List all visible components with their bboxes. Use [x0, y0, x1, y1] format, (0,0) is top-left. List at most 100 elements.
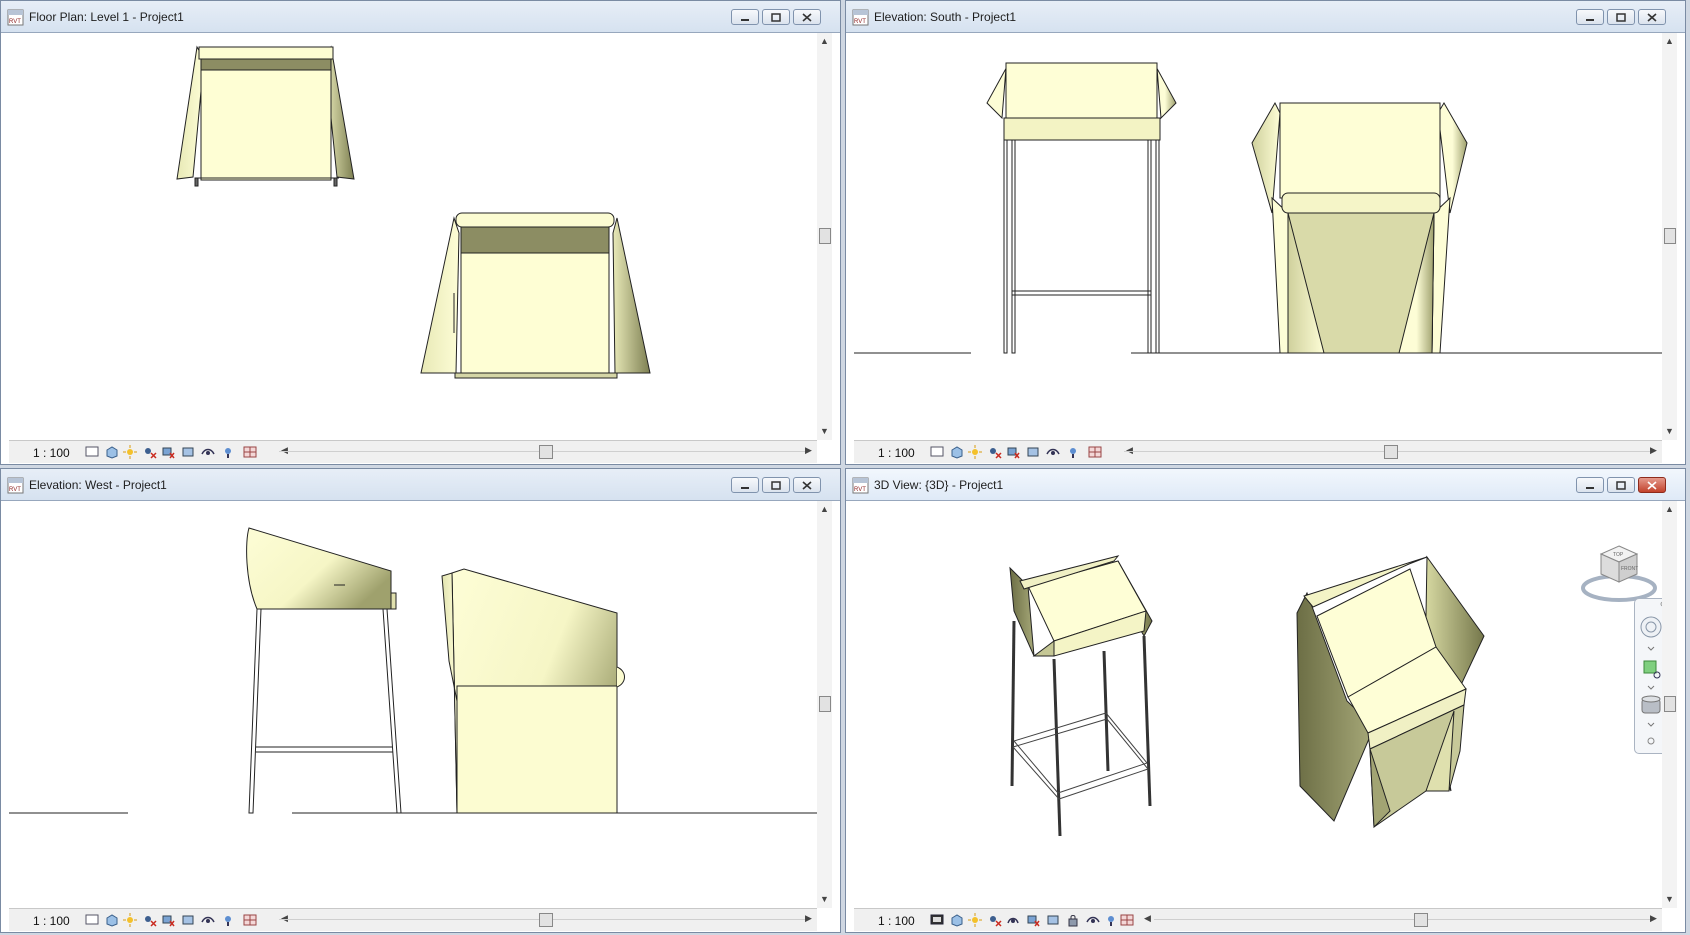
window-title-bar[interactable]: RVT Elevation: West - Project1 [1, 469, 840, 501]
scroll-left-icon[interactable]: ◀ [1144, 913, 1151, 924]
drawing-canvas[interactable]: TOP FRONT [854, 501, 1662, 908]
analysis-icon[interactable] [243, 445, 257, 459]
view-scale[interactable]: 1 : 100 [33, 446, 70, 460]
scroll-up-icon[interactable]: ▲ [1665, 505, 1674, 514]
elevation-south-window[interactable]: RVT Elevation: South - Project1 ▲ ▼ 1: … [845, 0, 1686, 465]
floor-plan-window[interactable]: RVT Floor Plan: Level 1 - Project1 ▲ ▼ 1… [0, 0, 841, 465]
sun-path-icon[interactable] [123, 913, 137, 927]
3d-view-window[interactable]: RVT 3D View: {3D} - Project1 TOP FRONT ▲… [845, 468, 1686, 933]
analysis-icon[interactable] [1088, 445, 1102, 459]
scroll-right-icon[interactable]: ▶ [1650, 913, 1657, 924]
chevron-down-icon[interactable] [1647, 685, 1655, 690]
show-crop-icon[interactable] [1026, 445, 1040, 459]
detail-level-icon[interactable] [85, 913, 99, 927]
drawing-canvas[interactable] [854, 33, 1662, 440]
horizontal-scroll-thumb[interactable] [539, 913, 553, 927]
horizontal-scroll-thumb[interactable] [1414, 913, 1428, 927]
steering-wheel-icon[interactable] [1640, 616, 1662, 638]
maximize-button[interactable] [1607, 9, 1635, 25]
chevron-down-icon[interactable] [1647, 722, 1655, 727]
maximize-button[interactable] [762, 477, 790, 493]
detail-level-icon[interactable] [930, 445, 944, 459]
analysis-icon[interactable] [1120, 913, 1134, 927]
crop-view-icon[interactable] [161, 445, 175, 459]
close-button[interactable] [1638, 477, 1666, 493]
navbar-options-icon[interactable] [1647, 737, 1655, 745]
visual-style-icon[interactable] [950, 445, 964, 459]
scroll-down-icon[interactable]: ▼ [820, 895, 829, 904]
reveal-hidden-icon[interactable] [221, 913, 235, 927]
shadows-icon[interactable] [988, 913, 1002, 927]
render-icon[interactable] [1006, 913, 1020, 927]
reveal-hidden-icon[interactable] [1104, 913, 1118, 927]
close-button[interactable] [793, 477, 821, 493]
navigation-bar[interactable] [1634, 598, 1662, 754]
scroll-right-icon[interactable]: ▶ [805, 913, 812, 924]
visual-style-icon[interactable] [105, 445, 119, 459]
scroll-thumb[interactable] [819, 228, 831, 244]
vertical-scrollbar[interactable]: ▲ ▼ [1662, 33, 1677, 440]
scroll-up-icon[interactable]: ▲ [1665, 37, 1674, 46]
temp-hide-icon[interactable] [201, 445, 215, 459]
show-crop-icon[interactable] [181, 445, 195, 459]
crop-view-icon[interactable] [1026, 913, 1040, 927]
scroll-thumb[interactable] [1664, 696, 1676, 712]
view-scale[interactable]: 1 : 100 [878, 446, 915, 460]
window-title-bar[interactable]: RVT 3D View: {3D} - Project1 [846, 469, 1685, 501]
horizontal-scroll-thumb[interactable] [1384, 445, 1398, 459]
show-crop-icon[interactable] [181, 913, 195, 927]
temp-hide-icon[interactable] [201, 913, 215, 927]
scroll-right-icon[interactable]: ▶ [805, 445, 812, 456]
crop-view-icon[interactable] [161, 913, 175, 927]
scroll-down-icon[interactable]: ▼ [820, 427, 829, 436]
maximize-button[interactable] [1607, 477, 1635, 493]
temp-hide-icon[interactable] [1046, 445, 1060, 459]
sun-path-icon[interactable] [968, 445, 982, 459]
drawing-canvas[interactable] [9, 501, 817, 908]
visual-style-icon[interactable] [105, 913, 119, 927]
horizontal-scroll-track[interactable] [1154, 919, 1652, 920]
shadows-icon[interactable] [988, 445, 1002, 459]
show-crop-icon[interactable] [1046, 913, 1060, 927]
viewcube[interactable]: TOP FRONT [1579, 536, 1659, 606]
window-title-bar[interactable]: RVT Floor Plan: Level 1 - Project1 [1, 1, 840, 33]
shadows-icon[interactable] [143, 445, 157, 459]
vertical-scrollbar[interactable]: ▲ ▼ [817, 501, 832, 908]
drawing-canvas[interactable] [9, 33, 817, 440]
minimize-button[interactable] [731, 9, 759, 25]
analysis-icon[interactable] [243, 913, 257, 927]
sun-path-icon[interactable] [968, 913, 982, 927]
vertical-scrollbar[interactable]: ▲ ▼ [817, 33, 832, 440]
scroll-up-icon[interactable]: ▲ [820, 505, 829, 514]
temp-hide-icon[interactable] [1086, 913, 1100, 927]
close-button[interactable] [1638, 9, 1666, 25]
scroll-thumb[interactable] [1664, 228, 1676, 244]
scroll-right-icon[interactable]: ▶ [1650, 445, 1657, 456]
lock-3d-icon[interactable] [1066, 913, 1080, 927]
scroll-down-icon[interactable]: ▼ [1665, 427, 1674, 436]
shadows-icon[interactable] [143, 913, 157, 927]
view-scale[interactable]: 1 : 100 [33, 914, 70, 928]
zoom-region-icon[interactable] [1643, 660, 1657, 674]
visual-style-icon[interactable] [950, 913, 964, 927]
detail-level-icon[interactable] [930, 913, 944, 927]
detail-level-icon[interactable] [85, 445, 99, 459]
reveal-hidden-icon[interactable] [221, 445, 235, 459]
crop-view-icon[interactable] [1006, 445, 1020, 459]
scroll-down-icon[interactable]: ▼ [1665, 895, 1674, 904]
horizontal-scroll-thumb[interactable] [539, 445, 553, 459]
view-scale[interactable]: 1 : 100 [878, 914, 915, 928]
vertical-scrollbar[interactable]: ▲ ▼ [1662, 501, 1677, 908]
minimize-button[interactable] [1576, 9, 1604, 25]
chevron-down-icon[interactable] [1647, 646, 1655, 651]
maximize-button[interactable] [762, 9, 790, 25]
sun-path-icon[interactable] [123, 445, 137, 459]
window-title-bar[interactable]: RVT Elevation: South - Project1 [846, 1, 1685, 33]
minimize-button[interactable] [1576, 477, 1604, 493]
minimize-button[interactable] [731, 477, 759, 493]
scroll-up-icon[interactable]: ▲ [820, 37, 829, 46]
close-button[interactable] [793, 9, 821, 25]
reveal-hidden-icon[interactable] [1066, 445, 1080, 459]
scroll-thumb[interactable] [819, 696, 831, 712]
elevation-west-window[interactable]: RVT Elevation: West - Project1 ▲ ▼ 1: 1… [0, 468, 841, 933]
